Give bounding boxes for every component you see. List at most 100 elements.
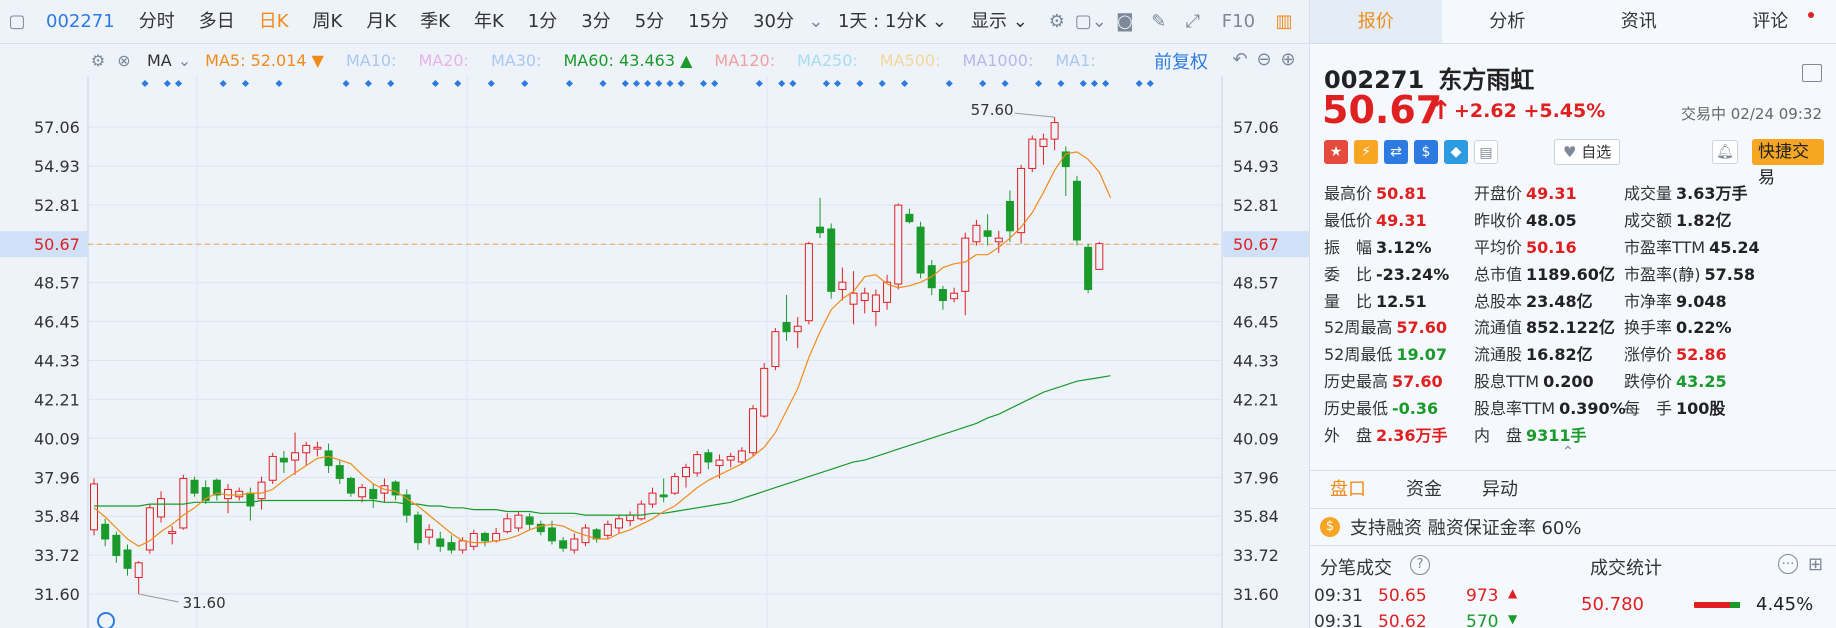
- quote-value: 0.22%: [1676, 318, 1732, 338]
- heart-icon: ♥: [1563, 143, 1577, 161]
- y-tick-label-left: 54.93: [34, 157, 80, 176]
- period-tab-11[interactable]: 30分: [741, 0, 806, 44]
- panel-toggle-icon[interactable]: ▥: [1267, 0, 1301, 44]
- candle: [1028, 135, 1037, 173]
- ma-legend-item[interactable]: MA60: 43.463 ▲: [563, 51, 692, 70]
- range-label: 1天 : 1分K: [837, 10, 927, 32]
- period-tab-10[interactable]: 15分: [676, 0, 741, 44]
- quote-label: 量 比: [1324, 291, 1373, 311]
- quote-label: 历史最低: [1324, 399, 1389, 419]
- quick-trade-button[interactable]: 快捷交易: [1752, 139, 1824, 188]
- ma-legend-item[interactable]: MA5: 52.014 ▼: [205, 51, 324, 70]
- ma-settings-gear-icon[interactable]: ⚙: [85, 47, 111, 73]
- candle-body: [682, 466, 691, 478]
- period-tab-4[interactable]: 月K: [354, 0, 408, 44]
- f10-button[interactable]: F10: [1210, 0, 1267, 44]
- period-tab-2[interactable]: 日K: [247, 0, 301, 44]
- quote-label: 开盘价: [1474, 184, 1523, 203]
- quote-value: 57.58: [1704, 264, 1756, 284]
- ma-legend-item[interactable]: MA120:: [714, 51, 775, 70]
- ma-legend-item[interactable]: MA1:: [1055, 51, 1095, 70]
- ma-close-icon[interactable]: ⊗: [111, 47, 137, 73]
- ma-legend-item[interactable]: MA30:: [491, 51, 542, 70]
- y-tick-label-right: 42.21: [1233, 390, 1279, 409]
- period-tab-1[interactable]: 多日: [187, 0, 247, 44]
- quote-row: 52周最低 19.07 流通股 16.82亿 涨停价 52.86: [1324, 341, 1829, 368]
- period-tab-7[interactable]: 1分: [516, 0, 569, 44]
- period-tabs: 分时 多日 日K 周K 月K 季K 年K 1分 3分 5分 15分 30分: [127, 0, 806, 44]
- panel-tab-0[interactable]: 报价: [1310, 0, 1442, 43]
- y-tick-label-left: 37.96: [34, 468, 80, 487]
- dollar-icon[interactable]: $: [1414, 140, 1438, 164]
- adjust-select[interactable]: 前复权: [1154, 48, 1208, 74]
- grid-icon[interactable]: ⊞: [1808, 554, 1823, 575]
- period-tab-9[interactable]: 5分: [623, 0, 676, 44]
- quote-value: 50.81: [1376, 184, 1427, 203]
- lightning-icon[interactable]: ⚡: [1354, 140, 1378, 164]
- plot-area: [88, 76, 1222, 628]
- current-price-label-left: 50.67: [34, 235, 80, 254]
- y-tick-label-left: 40.09: [34, 429, 80, 448]
- quote-value: 52.86: [1676, 345, 1727, 365]
- period-tab-5[interactable]: 季K: [408, 0, 462, 44]
- square-icon[interactable]: ▢⌄: [1074, 0, 1108, 44]
- quote-cell: 市盈率TTM 45.24: [1624, 234, 1760, 258]
- ma-legend-item[interactable]: MA10:: [346, 51, 397, 70]
- sub-tab-1[interactable]: 资金: [1386, 471, 1462, 508]
- panel-tab-1[interactable]: 分析: [1442, 0, 1574, 43]
- china-flag-icon[interactable]: ★: [1324, 140, 1348, 164]
- period-tab-6[interactable]: 年K: [462, 0, 516, 44]
- section-heads: 分笔成交 ? 成交统计 … ⊞: [1320, 554, 1826, 584]
- sub-tab-0[interactable]: 盘口: [1310, 471, 1386, 508]
- gear-icon[interactable]: ⚙: [1040, 0, 1074, 44]
- undo-icon[interactable]: ↶: [1227, 46, 1253, 72]
- ma-legend-item[interactable]: MA1000:: [962, 51, 1033, 70]
- bell-icon[interactable]: 🔔︎: [1712, 140, 1738, 164]
- candle-body: [1084, 246, 1093, 291]
- sub-tab-2[interactable]: 异动: [1462, 471, 1538, 508]
- candle-body: [648, 492, 657, 505]
- period-tab-3[interactable]: 周K: [301, 0, 355, 44]
- quote-cell: 平均价 50.16: [1474, 234, 1577, 258]
- note-icon[interactable]: ▤: [1474, 140, 1498, 164]
- more-icon[interactable]: …: [1778, 554, 1798, 574]
- panel-menu-icon[interactable]: [1802, 64, 1822, 82]
- display-menu[interactable]: 显示 ⌄: [959, 0, 1040, 44]
- ma-legend-item[interactable]: MA20:: [418, 51, 469, 70]
- add-watchlist-button[interactable]: ♥ 自选: [1554, 139, 1621, 165]
- candle: [693, 450, 702, 477]
- zoom-out-icon[interactable]: ⊖: [1251, 46, 1277, 72]
- panel-tab-3[interactable]: 评论: [1705, 0, 1836, 43]
- candle-body: [626, 514, 635, 522]
- candle-body: [1028, 138, 1037, 169]
- stock-code-tab[interactable]: 002271: [34, 0, 127, 44]
- camera-icon[interactable]: ◙: [1108, 0, 1142, 44]
- stock-tag-icons: ★ ⚡ ⇄ $ ◆ ▤ ♥ 自选 🔔︎ 快捷交易: [1324, 138, 1824, 188]
- fullscreen-icon[interactable]: ⤢: [1176, 0, 1210, 44]
- shuffle-icon[interactable]: ⇄: [1384, 140, 1408, 164]
- expand-caret-icon[interactable]: ⌃: [1562, 444, 1574, 460]
- period-tab-8[interactable]: 3分: [569, 0, 622, 44]
- pen-icon[interactable]: ✎: [1142, 0, 1176, 44]
- quote-cell: 委 比 -23.24%: [1324, 261, 1449, 285]
- ma-legend-item[interactable]: MA500:: [880, 51, 941, 70]
- ma-indicator-select[interactable]: MA: [147, 51, 172, 70]
- zoom-in-icon[interactable]: ⊕: [1275, 46, 1301, 72]
- help-icon[interactable]: ?: [1410, 555, 1430, 575]
- candle-body: [804, 243, 813, 322]
- candle-body: [458, 540, 467, 551]
- quote-cell: 成交量 3.63万手: [1624, 180, 1748, 204]
- chevron-down-icon[interactable]: ⌄: [806, 0, 826, 44]
- ma-legend-item[interactable]: MA250:: [797, 51, 858, 70]
- ma-dropdown-chevron-icon[interactable]: ⌄: [178, 51, 191, 70]
- panel-tab-2[interactable]: 资讯: [1573, 0, 1705, 43]
- y-tick-label-left: 46.45: [34, 313, 80, 332]
- quote-cell: 股息TTM 0.200: [1474, 368, 1594, 392]
- candle-body: [157, 498, 166, 518]
- period-tab-0[interactable]: 分时: [127, 0, 187, 44]
- tag-icon[interactable]: ◆: [1444, 140, 1468, 164]
- sidebar-toggle-icon[interactable]: ▢: [0, 0, 34, 44]
- candlestick-chart[interactable]: 57.06 57.06 54.93 54.93 52.81 52.81 50.67 50.67…: [0, 76, 1309, 628]
- quote-value: 852.122亿: [1526, 318, 1615, 338]
- range-select[interactable]: 1天 : 1分K ⌄: [826, 0, 959, 44]
